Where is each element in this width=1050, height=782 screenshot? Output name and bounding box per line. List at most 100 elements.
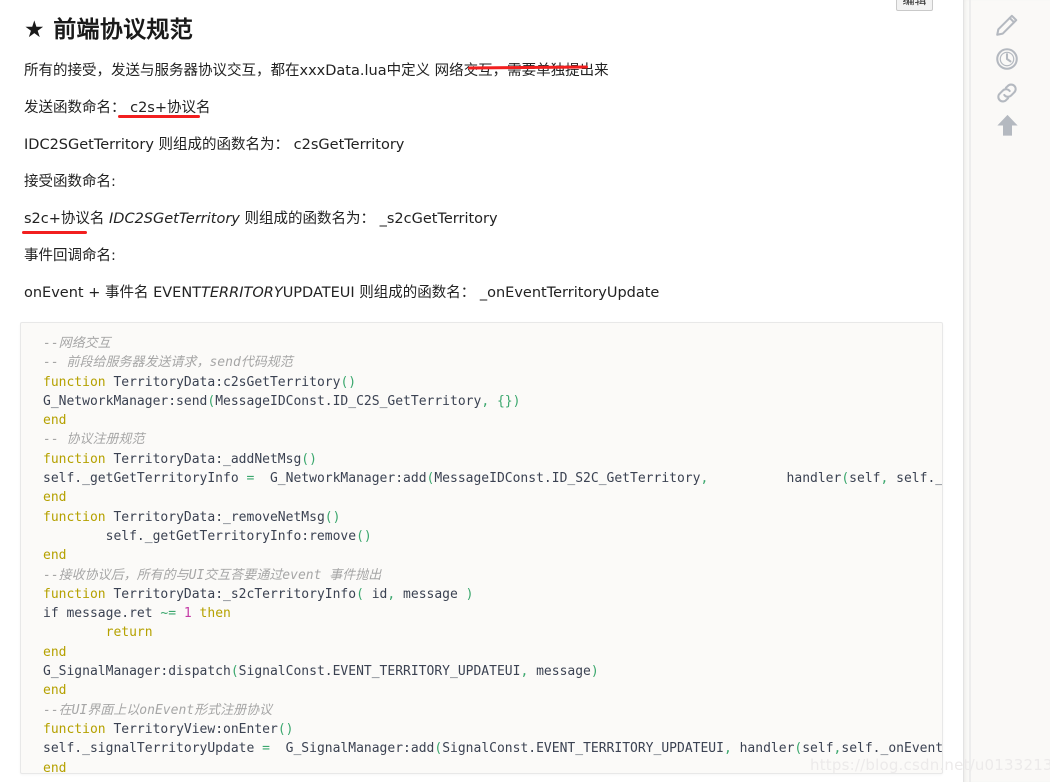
code-token-plain: TerritoryData:_s2cTerritoryInfo bbox=[105, 586, 357, 602]
code-token-paren: () bbox=[301, 451, 317, 467]
code-token-plain: G_NetworkManager:add bbox=[254, 471, 427, 487]
code-line: function TerritoryView:onEnter() bbox=[43, 720, 942, 739]
page-root: ★ 前端协议规范 所有的接受，发送与服务器协议交互，都在xxxData.lua中… bbox=[0, 0, 1050, 782]
csdn-watermark: https://blog.csdn.net/u013321328 bbox=[810, 756, 1050, 774]
code-token-plain: G_NetworkManager:send bbox=[43, 393, 208, 409]
code-line: G_SignalManager:dispatch(SignalConst.EVE… bbox=[43, 662, 942, 681]
code-token-plain: self._s bbox=[896, 471, 943, 487]
code-line: if message.ret ~= 1 then bbox=[43, 604, 942, 623]
paragraph-recv-naming: 接受函数命名: bbox=[24, 174, 116, 190]
s2c-prefix: s2c+协议名 bbox=[24, 211, 110, 227]
code-token-kw: end bbox=[43, 760, 67, 774]
code-token-kw: function bbox=[43, 586, 106, 602]
code-token-plain: MessageIDConst.ID_C2S_GetTerritory bbox=[215, 393, 482, 409]
code-token-op: ~= bbox=[160, 606, 177, 622]
code-token-plain: TerritoryView:onEnter bbox=[105, 721, 278, 737]
link-icon[interactable] bbox=[990, 76, 1024, 110]
code-token-paren: ( bbox=[356, 586, 364, 602]
s2c-suffix: 则组成的函数名为： _s2cGetTerritory bbox=[239, 211, 498, 227]
code-token-kw: function bbox=[43, 374, 106, 390]
red-underline-annotation bbox=[118, 115, 200, 118]
code-token-paren: ( bbox=[230, 664, 239, 680]
code-line: function TerritoryData:_removeNetMsg() bbox=[43, 508, 942, 527]
code-token-kw: end bbox=[43, 683, 67, 699]
code-token-plain: SignalConst.EVENT_TERRITORY_UPDATEUI bbox=[238, 664, 521, 680]
code-line: -- 前段给服务器发送请求，send代码规范 bbox=[43, 353, 942, 372]
code-line: self._getGetTerritoryInfo = G_NetworkMan… bbox=[43, 469, 942, 488]
arrow-up-icon[interactable] bbox=[990, 108, 1024, 142]
code-line: function TerritoryData:_s2cTerritoryInfo… bbox=[43, 585, 942, 604]
code-line: function TerritoryData:_addNetMsg() bbox=[43, 450, 942, 469]
event-suffix: UPDATEUI 则组成的函数名： _onEventTerritoryUpdat… bbox=[282, 285, 660, 301]
clock-icon[interactable] bbox=[990, 42, 1024, 76]
s2c-id-italic: IDC2SGetTerritory bbox=[109, 211, 240, 227]
code-token-paren: ( bbox=[841, 471, 850, 487]
code-token-num: 1 bbox=[183, 606, 192, 622]
paragraph-intro: 所有的接受，发送与服务器协议交互，都在xxxData.lua中定义 网络交互，需… bbox=[24, 63, 609, 79]
right-sidebar bbox=[963, 0, 1050, 782]
code-token-kw: function bbox=[43, 509, 106, 525]
code-line: --接收协议后，所有的与UI交互荅要通过event 事件抛出 bbox=[43, 566, 942, 585]
code-token-kw: function bbox=[43, 451, 106, 467]
code-line: return bbox=[43, 623, 942, 642]
code-token-paren: , bbox=[481, 393, 490, 409]
code-token-comment: --在UI界面上以onEvent形式注册协议 bbox=[43, 702, 273, 718]
code-token-comment: --网络交互 bbox=[43, 336, 111, 351]
code-line: self._signalTerritoryUpdate = G_SignalMa… bbox=[43, 739, 942, 758]
code-token-kw: end bbox=[43, 644, 67, 660]
code-token-comment: -- 协议注册规范 bbox=[43, 432, 145, 448]
code-token-paren: () bbox=[340, 374, 357, 390]
code-line: self._getGetTerritoryInfo:remove() bbox=[43, 527, 942, 546]
code-token-plain: TerritoryData:_addNetMsg bbox=[105, 451, 302, 467]
code-line: G_NetworkManager:send(MessageIDConst.ID_… bbox=[43, 392, 942, 411]
code-token-plain: message bbox=[395, 586, 466, 602]
code-token-plain: MessageIDConst.ID_S2C_GetTerritory bbox=[434, 471, 701, 487]
red-underline-annotation bbox=[22, 231, 87, 234]
page-title: ★ 前端协议规范 bbox=[24, 17, 194, 43]
code-line: end bbox=[43, 546, 942, 565]
code-token-plain: self._getGetTerritoryInfo bbox=[43, 471, 247, 487]
code-line: end bbox=[43, 411, 942, 430]
paragraph-recv-example: s2c+协议名 IDC2SGetTerritory 则组成的函数名为： _s2c… bbox=[24, 192, 939, 229]
code-token-kw: end bbox=[43, 490, 67, 506]
code-line: end bbox=[43, 488, 942, 507]
event-id-italic: TERRITORY bbox=[201, 285, 283, 301]
code-token-plain: self bbox=[802, 741, 834, 757]
code-token-paren: () bbox=[356, 528, 372, 544]
code-token-plain: self._signalTerritoryUpdate bbox=[43, 741, 263, 757]
code-token-kw: end bbox=[43, 548, 67, 564]
code-token-comment: -- 前段给服务器发送请求，send代码规范 bbox=[43, 355, 293, 371]
code-token-kw: then bbox=[199, 606, 231, 622]
code-token-plain: self bbox=[849, 471, 881, 487]
code-token-plain: SignalConst.EVENT_TERRITORY_UPDATEUI bbox=[442, 741, 724, 757]
code-line: --在UI界面上以onEvent形式注册协议 bbox=[43, 701, 942, 720]
code-token-plain: message bbox=[528, 664, 591, 680]
code-token-plain: id bbox=[363, 586, 388, 602]
code-token-kw: end bbox=[43, 413, 67, 429]
code-line: --网络交互 bbox=[43, 334, 942, 353]
code-line: function TerritoryData:c2sGetTerritory() bbox=[43, 373, 942, 392]
code-token-plain: self._onEventTe bbox=[841, 741, 943, 757]
code-block[interactable]: --网络交互 -- 前段给服务器发送请求，send代码规范 function Ter… bbox=[20, 322, 943, 774]
code-token-paren: {}) bbox=[496, 393, 521, 409]
code-token-plain: self._getGetTerritoryInfo:remove bbox=[43, 528, 357, 544]
paragraph-send-example: IDC2SGetTerritory 则组成的函数名为： c2sGetTerrit… bbox=[24, 137, 405, 153]
code-token-plain: if bbox=[43, 606, 59, 622]
pencil-icon[interactable] bbox=[990, 8, 1024, 42]
code-token-op: = bbox=[262, 741, 270, 757]
code-line: -- 协议注册规范 bbox=[43, 430, 942, 449]
code-token-plain: handler bbox=[708, 471, 842, 487]
paragraph-send-naming: 发送函数命名： c2s+协议名 bbox=[24, 100, 211, 116]
paragraph-event-naming: 事件回调命名: bbox=[24, 248, 116, 264]
code-token-paren: , bbox=[723, 741, 732, 757]
code-line: end bbox=[43, 759, 942, 774]
code-token-kw: function bbox=[43, 721, 106, 737]
code-token-paren: () bbox=[277, 721, 294, 737]
code-token-paren: () bbox=[324, 509, 341, 525]
code-token-kw: return bbox=[43, 625, 153, 641]
edit-button[interactable]: 编辑 bbox=[896, 0, 933, 11]
event-prefix: onEvent + 事件名 EVENT bbox=[24, 285, 202, 301]
code-token-plain: message.ret bbox=[58, 606, 161, 622]
code-token-comment: --接收协议后，所有的与UI交互荅要通过event 事件抛出 bbox=[43, 567, 382, 583]
